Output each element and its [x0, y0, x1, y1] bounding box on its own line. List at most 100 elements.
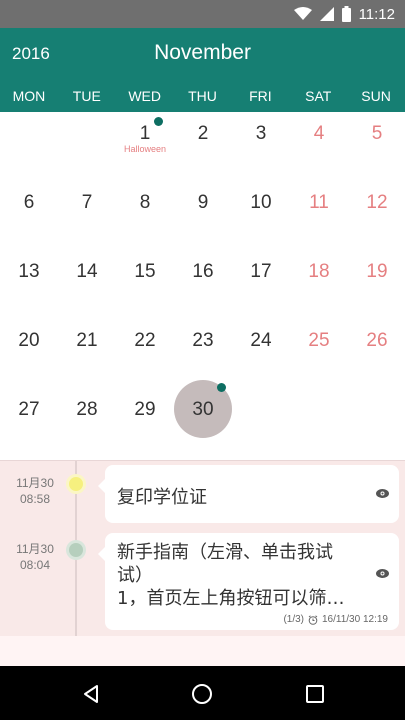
- day-cell-15[interactable]: 15: [116, 250, 174, 319]
- day-cell-30[interactable]: 30: [174, 380, 232, 457]
- event-2-counter: (1/3): [283, 614, 304, 625]
- day-cell-1[interactable]: 1 Halloween: [116, 112, 174, 181]
- day-cell-22[interactable]: 22: [116, 319, 174, 388]
- day-cell-8[interactable]: 8: [116, 181, 174, 250]
- day-cell-19[interactable]: 19: [348, 250, 405, 319]
- calendar-header: 2016 November MON TUE WED THU FRI SAT SU…: [0, 28, 405, 112]
- day-number: 11: [309, 192, 329, 213]
- day-cell-24[interactable]: 24: [232, 319, 290, 388]
- day-cell-6[interactable]: 6: [0, 181, 58, 250]
- day-number: 27: [18, 399, 40, 420]
- event-2-time: 08:04: [19, 558, 51, 572]
- day-number: 6: [23, 192, 35, 213]
- event-list: 11月30 08:58 复印学位证 11月30 08:04 新手指南（左滑、单击…: [0, 460, 405, 637]
- day-number: 17: [250, 261, 272, 282]
- day-cell-26[interactable]: 26: [348, 319, 405, 388]
- event-1-date: 11月30: [16, 476, 54, 490]
- month-title[interactable]: November: [0, 41, 405, 65]
- day-cell-7[interactable]: 7: [58, 181, 116, 250]
- weekday-fri: FRI: [249, 88, 272, 104]
- day-cell-28[interactable]: 28: [58, 388, 116, 457]
- day-number: 8: [139, 192, 151, 213]
- weekday-row: MON TUE WED THU FRI SAT SUN: [0, 88, 405, 104]
- day-cell-18[interactable]: 18: [290, 250, 348, 319]
- bottom-strip: [0, 636, 405, 666]
- event-indicator-dot: [217, 383, 226, 392]
- day-number: 28: [76, 399, 98, 420]
- day-number: 30: [192, 399, 214, 420]
- event-2-card[interactable]: 新手指南（左滑、单击我试 试） 1，首页左上角按钮可以筛… (1/3) 16/1…: [98, 533, 399, 630]
- day-cell-3[interactable]: 3: [232, 112, 290, 181]
- day-number: 9: [197, 192, 209, 213]
- day-number: 25: [308, 330, 330, 351]
- day-number: 15: [134, 261, 156, 282]
- day-number: 22: [134, 330, 156, 351]
- day-number: 26: [366, 330, 388, 351]
- day-number: 19: [366, 261, 388, 282]
- alarm-clock-icon: [308, 614, 318, 625]
- battery-icon: [341, 6, 351, 22]
- status-icons: 11:12: [293, 4, 395, 24]
- day-number: 3: [255, 123, 267, 144]
- day-number: 23: [192, 330, 214, 351]
- weekday-wed: WED: [128, 88, 161, 104]
- event-2-title-line3: 1，首页左上角按钮可以筛…: [117, 588, 345, 609]
- clock: 11:12: [358, 5, 395, 23]
- day-cell-27[interactable]: 27: [0, 388, 58, 457]
- day-cell-17[interactable]: 17: [232, 250, 290, 319]
- day-number: 13: [18, 261, 40, 282]
- weekday-thu: THU: [188, 88, 217, 104]
- day-cell-4[interactable]: 4: [290, 112, 348, 181]
- day-number: 2: [197, 123, 209, 144]
- day-cell-2[interactable]: 2: [174, 112, 232, 181]
- day-cell-16[interactable]: 16: [174, 250, 232, 319]
- day-number: 18: [308, 261, 330, 282]
- event-1-datetime: 11月30 08:58: [8, 475, 62, 507]
- wifi-icon: [293, 7, 312, 20]
- day-cell-9[interactable]: 9: [174, 181, 232, 250]
- weekday-sun: SUN: [361, 88, 391, 104]
- day-number: 1: [139, 123, 151, 144]
- day-number: 24: [250, 330, 272, 351]
- event-2-title-line2: 试）: [117, 565, 153, 586]
- day-cell-5[interactable]: 5: [348, 112, 405, 181]
- weekday-tue: TUE: [72, 88, 101, 104]
- day-number: 5: [371, 123, 383, 144]
- weekday-sat: SAT: [305, 88, 332, 104]
- eye-icon[interactable]: [376, 569, 389, 578]
- day-cell-20[interactable]: 20: [0, 319, 58, 388]
- event-1-card[interactable]: 复印学位证: [98, 465, 399, 523]
- day-number: 4: [313, 123, 325, 144]
- day-number: 21: [76, 330, 98, 351]
- home-icon[interactable]: [191, 683, 213, 705]
- day-number: 14: [76, 261, 98, 282]
- day-number: 29: [134, 399, 156, 420]
- event-2-date: 11月30: [16, 542, 54, 556]
- event-indicator-dot: [154, 117, 163, 126]
- event-2-footer: (1/3) 16/11/30 12:19: [283, 614, 388, 625]
- day-cell-13[interactable]: 13: [0, 250, 58, 319]
- day-cell-23[interactable]: 23: [174, 319, 232, 388]
- event-2-title-line1: 新手指南（左滑、单击我试: [117, 542, 333, 563]
- eye-icon[interactable]: [376, 489, 389, 498]
- day-cell-10[interactable]: 10: [232, 181, 290, 250]
- day-cell-12[interactable]: 12: [348, 181, 405, 250]
- status-bar: 11:12: [0, 0, 405, 28]
- navigation-bar: [0, 666, 405, 720]
- event-2-timeline-dot: [69, 543, 83, 557]
- event-2-title: 新手指南（左滑、单击我试 试） 1，首页左上角按钮可以筛…: [117, 541, 344, 610]
- signal-icon: [319, 7, 334, 21]
- back-icon[interactable]: [80, 683, 102, 705]
- day-cell-21[interactable]: 21: [58, 319, 116, 388]
- day-cell-14[interactable]: 14: [58, 250, 116, 319]
- day-number: 12: [366, 192, 388, 213]
- weekday-mon: MON: [12, 88, 46, 104]
- day-number: 16: [192, 261, 214, 282]
- day-cell-29[interactable]: 29: [116, 388, 174, 457]
- holiday-label: Halloween: [123, 144, 167, 154]
- event-1-timeline-dot: [69, 477, 83, 491]
- day-cell-11[interactable]: 11: [290, 181, 348, 250]
- event-1-time: 08:58: [19, 492, 51, 506]
- recents-icon[interactable]: [304, 683, 326, 705]
- day-cell-25[interactable]: 25: [290, 319, 348, 388]
